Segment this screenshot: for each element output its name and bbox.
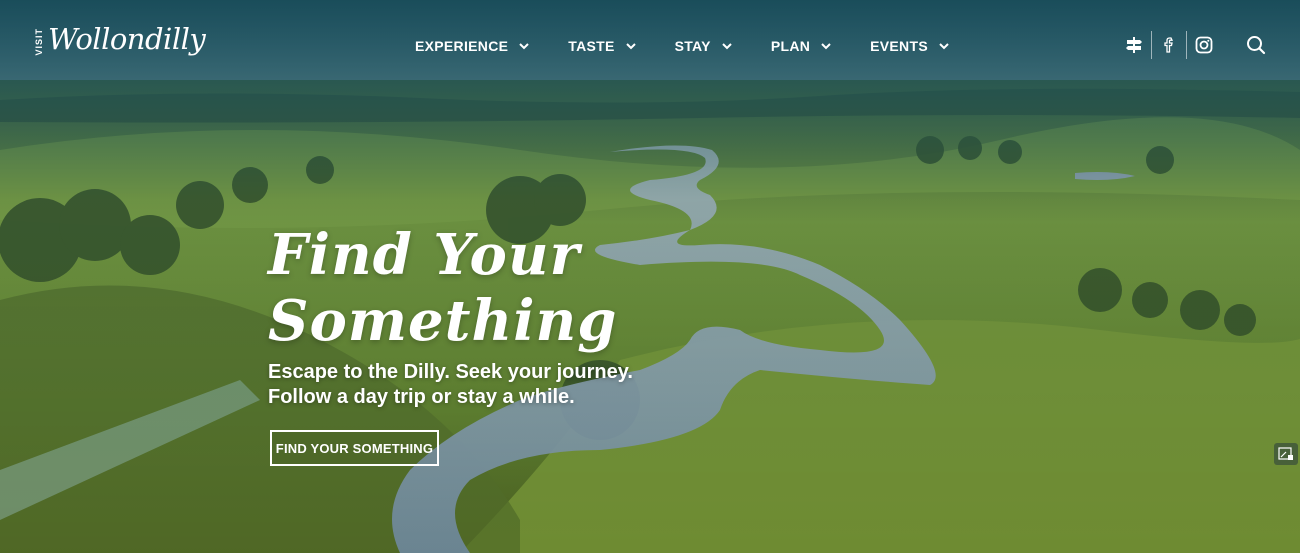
nav-label: TASTE bbox=[568, 38, 615, 54]
site-logo[interactable]: VISIT Wollondilly bbox=[34, 22, 206, 72]
chevron-down-icon bbox=[722, 43, 732, 50]
facebook-link[interactable] bbox=[1155, 31, 1183, 59]
headline-line-1: Find Your bbox=[268, 222, 581, 288]
header-utilities bbox=[1120, 31, 1270, 59]
nav-item-experience[interactable]: EXPERIENCE bbox=[415, 35, 530, 57]
chevron-down-icon bbox=[821, 43, 831, 50]
find-your-something-button[interactable]: FIND YOUR SOMETHING bbox=[270, 430, 439, 466]
chevron-down-icon bbox=[519, 43, 529, 50]
cta-label: FIND YOUR SOMETHING bbox=[275, 440, 434, 456]
instagram-icon bbox=[1195, 36, 1213, 54]
image-expand-button[interactable] bbox=[1274, 443, 1298, 465]
divider bbox=[1186, 31, 1187, 59]
logo-visit-text: VISIT bbox=[34, 28, 44, 56]
search-icon bbox=[1247, 36, 1266, 55]
site-header: VISIT Wollondilly EXPERIENCE TASTE STAY … bbox=[0, 0, 1300, 90]
nav-label: STAY bbox=[674, 38, 711, 54]
nav-label: PLAN bbox=[770, 38, 811, 54]
headline-line-2: Something bbox=[268, 288, 618, 354]
nav-item-events[interactable]: EVENTS bbox=[870, 35, 950, 57]
logo-wordmark: Wollondilly bbox=[48, 22, 206, 56]
subtitle-line-1: Escape to the Dilly. Seek your journey. bbox=[268, 361, 633, 383]
nav-label: EVENTS bbox=[870, 38, 928, 54]
image-expand-icon bbox=[1278, 447, 1293, 460]
subtitle-line-2: Follow a day trip or stay a while. bbox=[268, 386, 575, 408]
facebook-icon bbox=[1164, 37, 1174, 53]
search-button[interactable] bbox=[1242, 31, 1270, 59]
instagram-link[interactable] bbox=[1190, 31, 1218, 59]
nav-item-taste[interactable]: TASTE bbox=[568, 35, 636, 57]
chevron-down-icon bbox=[939, 43, 949, 50]
nav-label: EXPERIENCE bbox=[415, 38, 509, 54]
hero-content: Find Your Something Escape to the Dilly.… bbox=[268, 222, 688, 466]
hero-subtitle: Escape to the Dilly. Seek your journey. … bbox=[268, 360, 688, 410]
nav-item-plan[interactable]: PLAN bbox=[771, 35, 832, 57]
main-navigation: EXPERIENCE TASTE STAY PLAN EVENTS bbox=[415, 35, 988, 57]
map-signpost-icon bbox=[1126, 37, 1142, 53]
divider bbox=[1151, 31, 1152, 59]
hero-headline: Find Your Something bbox=[268, 222, 688, 354]
chevron-down-icon bbox=[625, 43, 636, 50]
map-signpost-button[interactable] bbox=[1120, 31, 1148, 59]
nav-item-stay[interactable]: STAY bbox=[675, 35, 733, 57]
